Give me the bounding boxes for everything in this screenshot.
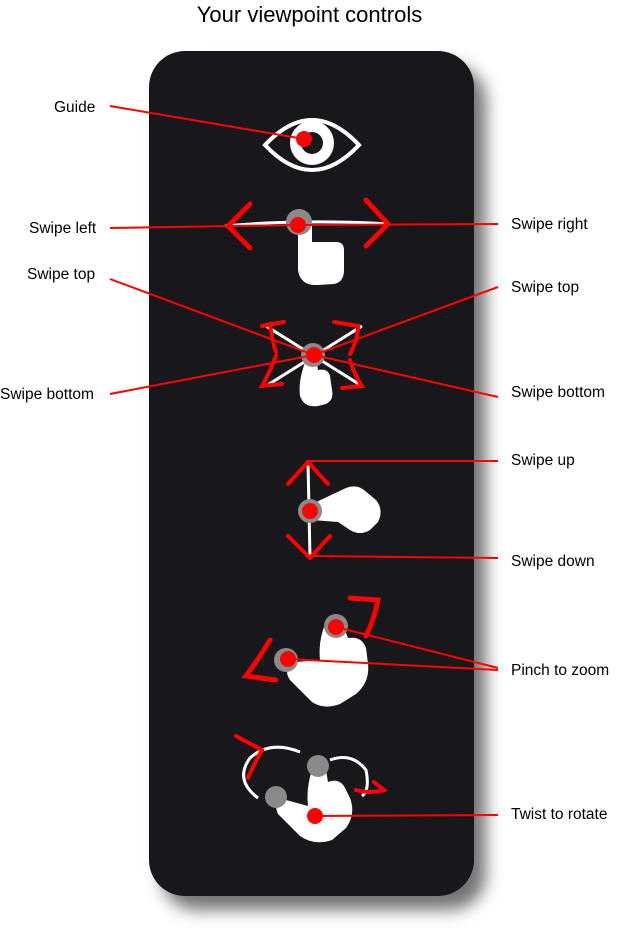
hand-swipe-horizontal-icon: [224, 197, 391, 286]
label-pinch-to-zoom: Pinch to zoom: [511, 662, 610, 679]
label-swipe-up: Swipe up: [511, 452, 575, 469]
label-swipe-down: Swipe down: [511, 553, 595, 570]
hand-twist-icon: [234, 734, 389, 843]
label-swipe-top-left: Swipe top: [27, 266, 96, 283]
hand-pinch-icon: [241, 595, 382, 707]
eye-icon: [262, 118, 362, 172]
label-swipe-bottom-left: Swipe bottom: [0, 386, 94, 403]
label-swipe-bottom-right: Swipe bottom: [511, 384, 605, 401]
label-swipe-left: Swipe left: [29, 220, 97, 237]
label-twist-to-rotate: Twist to rotate: [511, 806, 608, 823]
hand-swipe-diagonal-icon: [258, 320, 366, 407]
label-guide: Guide: [54, 99, 96, 116]
hand-swipe-vertical-icon: [286, 460, 381, 560]
label-swipe-right: Swipe right: [511, 216, 588, 233]
label-swipe-top-right: Swipe top: [511, 279, 580, 296]
